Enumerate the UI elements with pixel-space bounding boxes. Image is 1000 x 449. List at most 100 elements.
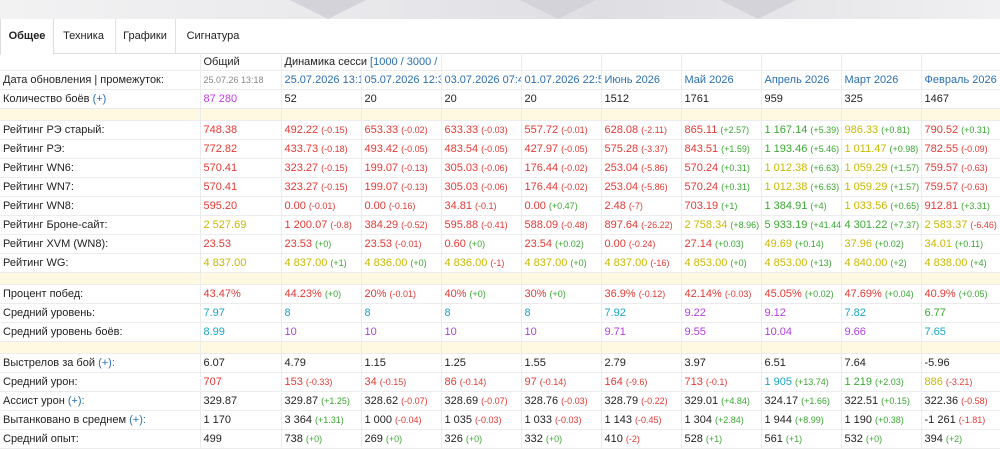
stat-cell: 588.09 (-0.48)	[521, 215, 602, 235]
stat-cell: 27.14 (+0.03)	[681, 234, 762, 254]
stat-label-text: Количество боёв	[3, 93, 90, 105]
tab-charts[interactable]: Графики	[115, 19, 176, 53]
stat-delta: (+1)	[785, 434, 803, 444]
stat-value: 2.79	[604, 357, 626, 369]
stat-cell: 433.73 (-0.18)	[281, 139, 362, 159]
stat-cell: 7.65	[921, 322, 1000, 342]
stat-cell: 323.27 (-0.15)	[281, 158, 362, 178]
stat-delta: (-0.03)	[555, 415, 582, 425]
stat-cell: 986.33 (+0.81)	[841, 120, 922, 140]
stat-cell: 176.44 (-0.02)	[521, 177, 602, 197]
tab-signature[interactable]: Сигнатура	[175, 19, 251, 53]
stat-value: 20	[364, 93, 377, 105]
stat-value: 86	[444, 376, 457, 388]
stat-value: 43.47%	[203, 288, 241, 300]
date-col[interactable]: Апрель 2026	[761, 70, 842, 90]
stat-value: 36.9%	[604, 288, 636, 300]
stat-delta: (-6.46)	[970, 220, 997, 230]
stat-cell: 6.51	[761, 353, 842, 373]
stat-delta: (-3.37)	[641, 144, 668, 154]
help-plus-link[interactable]: (+):	[129, 414, 146, 426]
tab-general[interactable]: Общее	[0, 19, 54, 55]
stat-value: -5.96	[924, 357, 950, 369]
stat-cell: 713 (-0.1)	[681, 372, 762, 392]
help-plus-link[interactable]: (+):	[68, 395, 85, 407]
stat-value: 1 190	[844, 414, 873, 426]
stat-label-text: Рейтинг WG:	[3, 257, 69, 269]
date-col[interactable]: Март 2026	[841, 70, 922, 90]
stat-cell: 8	[441, 303, 522, 323]
date-col[interactable]: 25.07.2026 13:18	[281, 70, 362, 90]
date-col[interactable]: Июнь 2026	[601, 70, 682, 90]
date-col[interactable]: Май 2026	[681, 70, 762, 90]
stat-delta: (+8.99)	[795, 415, 824, 425]
stat-row: Средний опыт: 499 738 (+0) 269 (+0) 326 (+0) 332…	[0, 429, 1000, 449]
stat-value: 322.36	[924, 395, 959, 407]
stat-delta: (-5.86)	[641, 163, 668, 173]
stat-delta: (+0.31)	[721, 163, 750, 173]
stat-value: 23.53	[203, 238, 232, 250]
stat-label-text: Выстрелов за бой	[3, 357, 95, 369]
stat-delta: (+2)	[890, 258, 907, 268]
stat-delta: (-0.06)	[481, 182, 508, 192]
date-col[interactable]: Февраль 2026	[921, 70, 1000, 90]
tab-vehicles[interactable]: Техника	[52, 19, 116, 53]
stat-value: 7.65	[924, 326, 946, 338]
stat-value: 10	[284, 326, 297, 338]
dates-row: Дата обновления | промежуток: 25.07.26 1…	[0, 70, 1000, 90]
stat-cell: 1 012.38 (+6.63)	[761, 158, 842, 178]
stat-value: 595.20	[203, 200, 238, 212]
stat-cell: 570.24 (+0.31)	[681, 177, 762, 197]
stat-cell: 8	[521, 303, 602, 323]
stat-delta: (-2.11)	[641, 125, 667, 135]
stat-cell: 10	[441, 322, 522, 342]
stat-cell: 34 (-0.15)	[361, 372, 442, 392]
stat-cell: 7.64	[841, 353, 922, 373]
stat-cell: 199.07 (-0.13)	[361, 158, 442, 178]
stat-value: 3 364	[284, 414, 313, 426]
stat-value: 4 836.00	[444, 257, 488, 269]
stat-value: 10	[364, 326, 377, 338]
stat-label-text: Процент побед:	[3, 288, 84, 300]
stat-value: 329.01	[684, 395, 719, 407]
stat-value: 1 012.38	[764, 162, 808, 174]
stat-value: 4 301.22	[844, 219, 888, 231]
stat-delta: (-26.22)	[641, 220, 673, 230]
stat-cell: 153 (-0.33)	[281, 372, 362, 392]
stat-value: 9.12	[764, 307, 786, 319]
section-spacer	[0, 341, 1000, 354]
stat-cell: 897.64 (-26.22)	[601, 215, 682, 235]
stat-delta: (+0.31)	[721, 182, 750, 192]
stat-delta: (-0.16)	[388, 201, 416, 211]
stat-row: Рейтинг Броне-сайт: 2 527.69 1 200.07 (-0.8…	[0, 215, 1000, 235]
stat-delta: (+0)	[549, 289, 566, 299]
stat-value: 40%	[444, 288, 467, 300]
dynamics-label: Динамика сесси	[284, 55, 367, 68]
stat-cell: 759.57 (-0.63)	[921, 158, 1000, 178]
stat-delta: (+2.03)	[875, 377, 904, 387]
stat-delta: (-0.14)	[539, 377, 567, 387]
stat-value: 40.9%	[924, 288, 956, 300]
help-plus-link[interactable]: (+):	[98, 357, 115, 369]
stat-value: 4 836.00	[364, 257, 408, 269]
date-col[interactable]: 01.07.2026 22:50	[521, 70, 602, 90]
stat-cell: 1 200.07 (-0.8)	[281, 215, 362, 235]
date-col[interactable]: 03.07.2026 07:43	[441, 70, 522, 90]
stat-cell: 703.19 (+1)	[681, 196, 762, 216]
banner-decoration	[520, 0, 596, 19]
stat-cell: 959	[761, 89, 842, 109]
stat-delta: (-0.48)	[561, 220, 588, 230]
header-dynamics[interactable]: Динамика сесси [1000 / 3000 / 50	[281, 53, 442, 71]
stat-cell: 20% (-0.01)	[361, 284, 442, 304]
stat-cell: 23.54 (+0.02)	[521, 234, 602, 254]
stat-value: 759.57	[924, 162, 959, 174]
dynamics-thresholds-link[interactable]: [1000 / 3000 / 50	[370, 56, 440, 68]
stat-value: 34	[364, 376, 377, 388]
stat-delta: (-0.15)	[379, 377, 407, 387]
help-plus-link[interactable]: (+)	[93, 93, 107, 105]
date-col[interactable]: 05.07.2026 12:35	[361, 70, 442, 90]
stat-cell: 492.22 (-0.15)	[281, 120, 362, 140]
stat-label-text: Средний уровень боёв:	[3, 326, 123, 338]
stat-delta: (-0.02)	[561, 182, 588, 192]
stat-value: 1 059.29	[844, 162, 888, 174]
